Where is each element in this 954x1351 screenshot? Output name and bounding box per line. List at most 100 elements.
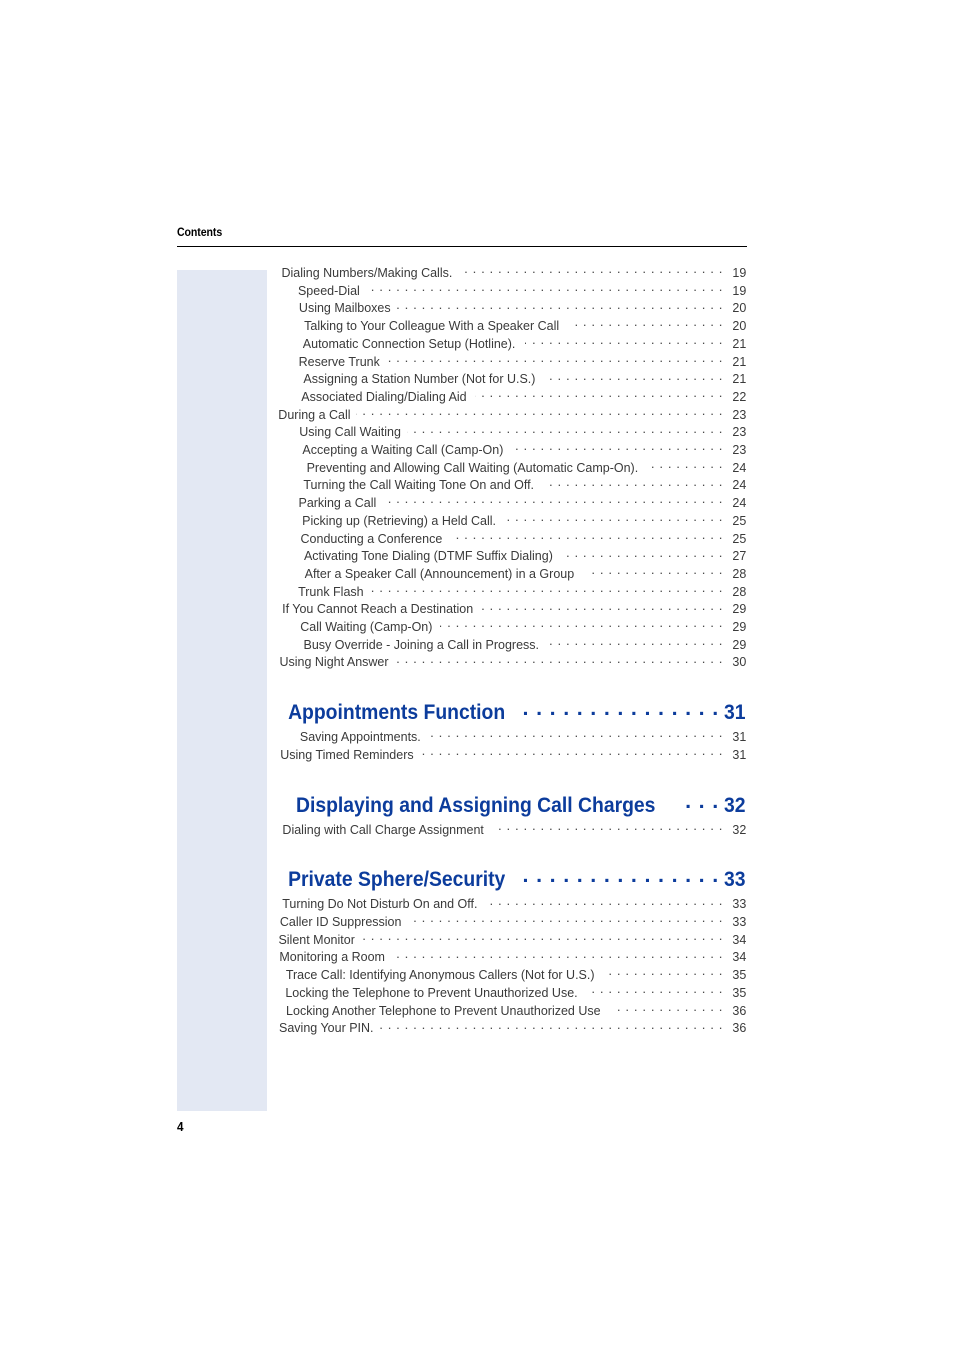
toc-entry[interactable]: Saving Your PIN. 36 <box>276 1019 747 1037</box>
toc-entry[interactable]: Using Call Waiting 23 <box>276 423 747 441</box>
toc-entry-page: 23 <box>732 442 747 458</box>
toc-leader-dots <box>391 948 723 961</box>
toc-entry-label: Conducting a Conference <box>300 530 443 546</box>
toc-spacer <box>276 838 747 864</box>
toc-entry[interactable]: Monitoring a Room 34 <box>276 948 747 966</box>
header-divider <box>177 246 747 247</box>
toc-chapter-entry[interactable]: Appointments Function 31 <box>276 697 747 725</box>
toc-entry[interactable]: Associated Dialing/Dialing Aid 22 <box>276 388 747 406</box>
toc-entry[interactable]: Busy Override - Joining a Call in Progre… <box>276 636 747 654</box>
toc-entry-page: 36 <box>732 1002 747 1018</box>
toc-leader-dots <box>397 299 723 312</box>
toc-leader-dots <box>570 317 723 330</box>
toc-entry-label: Using Mailboxes <box>298 300 391 316</box>
toc-entry[interactable]: Assigning a Station Number (Not for U.S.… <box>276 370 747 388</box>
toc-leader-dots <box>428 728 723 741</box>
table-of-contents: Dialing Numbers/Making Calls.19Speed-Dia… <box>276 264 747 1037</box>
side-tab-block <box>177 270 267 1111</box>
toc-leader-dots <box>421 746 723 759</box>
toc-leader-dots <box>440 618 723 631</box>
toc-entry-label: Monitoring a Room <box>279 949 385 965</box>
toc-entry-label: During a Call <box>278 406 351 422</box>
toc-entry-page: 29 <box>732 636 747 652</box>
toc-entry-page: 20 <box>732 300 747 316</box>
toc-entry-page: 35 <box>732 984 747 1000</box>
toc-entry[interactable]: Activating Tone Dialing (DTMF Suffix Dia… <box>276 547 747 565</box>
toc-entry[interactable]: Talking to Your Colleague With a Speaker… <box>276 317 747 335</box>
toc-entry-page: 23 <box>732 424 747 440</box>
document-page: Contents Dialing Numbers/Making Calls. 19… <box>0 0 954 1351</box>
toc-entry[interactable]: Reserve Trunk 21 <box>276 353 747 371</box>
toc-entry-page: 25 <box>732 530 747 546</box>
toc-entry[interactable]: Silent Monitor 34 <box>276 931 747 949</box>
toc-entry-page: 25 <box>732 512 747 528</box>
toc-entry[interactable]: Dialing with Call Charge Assignment 32 <box>276 821 747 839</box>
toc-chapter-entry[interactable]: Private Sphere/Security 33 <box>276 864 747 892</box>
toc-leader-dots <box>652 459 723 472</box>
toc-entry[interactable]: Conducting a Conference 25 <box>276 530 747 548</box>
toc-entry-page: 35 <box>732 967 747 983</box>
toc-entry[interactable]: Using Timed Reminders 31 <box>276 746 747 764</box>
toc-entry-page: 36 <box>732 1020 747 1036</box>
toc-entry-label: If You Cannot Reach a Destination <box>282 601 474 617</box>
toc-entry[interactable]: After a Speaker Call (Announcement) in a… <box>276 565 747 583</box>
toc-leader-dots <box>461 264 723 277</box>
toc-entry-page: 19 <box>732 265 747 280</box>
toc-entry-label: Automatic Connection Setup (Hotline). <box>302 335 516 351</box>
toc-leader-dots <box>360 931 723 944</box>
toc-chapter-page: 32 <box>723 792 746 817</box>
toc-entry-page: 29 <box>732 619 747 635</box>
toc-entry-label: Locking the Telephone to Prevent Unautho… <box>285 984 578 1000</box>
toc-entry-label: Busy Override - Joining a Call in Progre… <box>303 636 540 652</box>
toc-entry[interactable]: Saving Appointments. 31 <box>276 728 747 746</box>
toc-entry-page: 24 <box>732 459 747 475</box>
toc-entry[interactable]: Dialing Numbers/Making Calls. 19 <box>276 264 747 282</box>
toc-leader-dots <box>475 388 723 401</box>
toc-entry-label: Using Night Answer <box>279 654 389 670</box>
page-number: 4 <box>177 1119 184 1134</box>
toc-entry[interactable]: Using Mailboxes 20 <box>276 299 747 317</box>
toc-entry-label: Turning Do Not Disturb On and Off. <box>282 896 478 912</box>
toc-entry[interactable]: Parking a Call 24 <box>276 494 747 512</box>
toc-entry-page: 28 <box>732 565 747 581</box>
toc-entry[interactable]: Call Waiting (Camp-On) 29 <box>276 618 747 636</box>
toc-entry[interactable]: Caller ID Suppression 33 <box>276 913 747 931</box>
toc-leader-dots <box>519 864 717 886</box>
toc-leader-dots <box>519 697 717 719</box>
toc-entry[interactable]: Trace Call: Identifying Anonymous Caller… <box>276 966 747 984</box>
toc-entry[interactable]: Locking the Telephone to Prevent Unautho… <box>276 984 747 1002</box>
toc-entry-page: 33 <box>732 913 747 929</box>
toc-entry-label: Associated Dialing/Dialing Aid <box>301 388 467 404</box>
toc-entry-label: Caller ID Suppression <box>279 913 402 929</box>
toc-entry[interactable]: Speed-Dial 19 <box>276 282 747 300</box>
toc-leader-dots <box>546 370 723 383</box>
toc-entry-page: 30 <box>732 654 747 670</box>
toc-entry[interactable]: Turning the Call Waiting Tone On and Off… <box>276 476 747 494</box>
toc-entry[interactable]: If You Cannot Reach a Destination 29 <box>276 600 747 618</box>
toc-leader-dots <box>544 476 723 489</box>
toc-entry[interactable]: Automatic Connection Setup (Hotline). 21 <box>276 335 747 353</box>
toc-entry[interactable]: Locking Another Telephone to Prevent Una… <box>276 1002 747 1020</box>
toc-entry[interactable]: Picking up (Retrieving) a Held Call. 25 <box>276 512 747 530</box>
toc-entry-page: 34 <box>732 931 747 947</box>
toc-entry-label: Trace Call: Identifying Anonymous Caller… <box>285 967 595 983</box>
toc-leader-dots <box>677 790 717 812</box>
toc-entry[interactable]: Using Night Answer 30 <box>276 653 747 671</box>
toc-chapter-entry[interactable]: Displaying and Assigning Call Charges 32 <box>276 790 747 818</box>
toc-entry-page: 27 <box>732 548 747 564</box>
toc-entry[interactable]: During a Call 23 <box>276 406 747 424</box>
toc-leader-dots <box>493 821 723 834</box>
toc-leader-dots <box>564 547 723 560</box>
toc-entry-page: 33 <box>732 896 747 912</box>
toc-entry[interactable]: Preventing and Allowing Call Waiting (Au… <box>276 459 747 477</box>
toc-entry[interactable]: Trunk Flash 28 <box>276 583 747 601</box>
toc-entry-page: 31 <box>732 729 747 745</box>
toc-entry-page: 22 <box>732 388 747 404</box>
toc-leader-dots <box>590 984 723 997</box>
toc-entry[interactable]: Turning Do Not Disturb On and Off. 33 <box>276 895 747 913</box>
toc-leader-dots <box>450 530 723 543</box>
toc-entry[interactable]: Accepting a Waiting Call (Camp-On) 23 <box>276 441 747 459</box>
toc-leader-dots <box>505 512 723 525</box>
toc-leader-dots <box>482 600 723 613</box>
toc-leader-dots <box>369 583 723 596</box>
